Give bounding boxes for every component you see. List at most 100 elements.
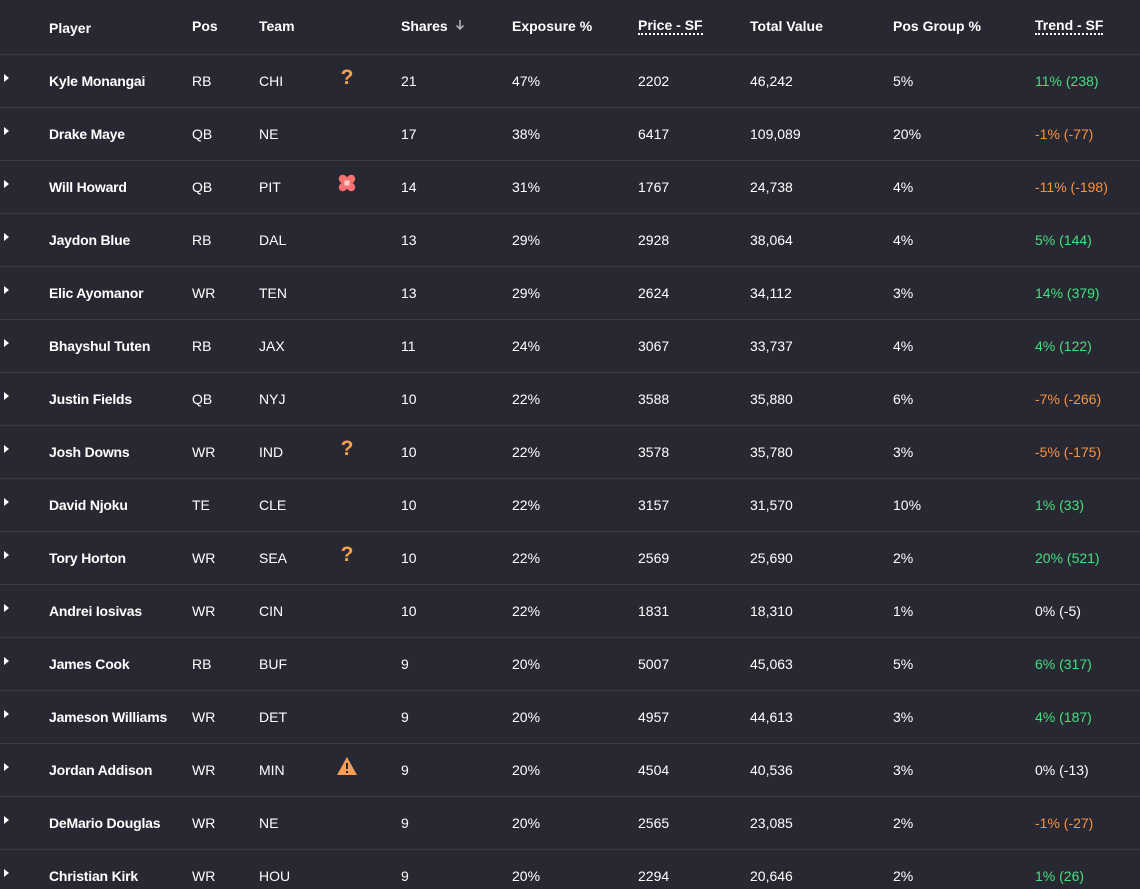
- pos-group: 2%: [893, 815, 914, 831]
- table-row[interactable]: Drake Maye QB NE 17 38% 6417 109,089 20% -1% (-7…: [0, 108, 1140, 161]
- pos-group: 5%: [893, 656, 914, 672]
- column-header-total-value[interactable]: Total Value: [750, 0, 823, 54]
- team: NYJ: [259, 391, 286, 407]
- player-name[interactable]: Kyle Monangai: [49, 55, 179, 107]
- expand-row-icon[interactable]: [0, 585, 12, 637]
- player-name[interactable]: Jordan Addison: [49, 744, 179, 796]
- question-icon[interactable]: ?: [341, 437, 354, 461]
- expand-row-icon[interactable]: [0, 373, 12, 425]
- player-name[interactable]: Drake Maye: [49, 108, 179, 160]
- team: DET: [259, 709, 287, 725]
- player-name[interactable]: DeMario Douglas: [49, 797, 179, 849]
- table-row[interactable]: Will Howard QB PIT 14 31% 1767 24,738 4% -11% (-…: [0, 161, 1140, 214]
- table-row[interactable]: Josh Downs WR IND 10 22% 3578 35,780 3%? -5% (-1…: [0, 426, 1140, 479]
- column-header-shares[interactable]: Shares: [401, 0, 465, 54]
- table-row[interactable]: Elic Ayomanor WR TEN 13 29% 2624 34,112 3% 14% (…: [0, 267, 1140, 320]
- column-header-pos[interactable]: Pos: [192, 0, 218, 54]
- table-row[interactable]: Bhayshul Tuten RB JAX 11 24% 3067 33,737 4% 4% (…: [0, 320, 1140, 373]
- expand-row-icon[interactable]: [0, 479, 12, 531]
- expand-row-icon[interactable]: [0, 108, 12, 160]
- trend: 5% (144): [1035, 232, 1092, 248]
- table-row[interactable]: James Cook RB BUF 9 20% 5007 45,063 5% 6% (317): [0, 638, 1140, 691]
- player-name[interactable]: Andrei Iosivas: [49, 585, 179, 637]
- column-header-exposure[interactable]: Exposure %: [512, 0, 592, 54]
- status-cell: [336, 373, 358, 425]
- table-row[interactable]: Andrei Iosivas WR CIN 10 22% 1831 18,310 1% 0% (…: [0, 585, 1140, 638]
- exposure: 20%: [512, 868, 541, 884]
- expand-row-icon[interactable]: [0, 532, 12, 584]
- table-row[interactable]: Kyle Monangai RB CHI 21 47% 2202 46,242 5%? 11% …: [0, 55, 1140, 108]
- exposure: 29%: [512, 285, 541, 301]
- position: TE: [192, 497, 210, 513]
- shares: 9: [401, 656, 409, 672]
- expand-row-icon[interactable]: [0, 638, 12, 690]
- question-icon[interactable]: ?: [341, 543, 354, 567]
- expand-row-icon[interactable]: [0, 691, 12, 743]
- position: WR: [192, 603, 216, 619]
- total-value: 33,737: [750, 338, 793, 354]
- column-header-player[interactable]: Player: [49, 0, 179, 54]
- pos-group: 3%: [893, 762, 914, 778]
- total-value: 34,112: [750, 285, 792, 301]
- expand-row-icon[interactable]: [0, 426, 12, 478]
- table-row[interactable]: Jameson Williams WR DET 9 20% 4957 44,613 3% 4% …: [0, 691, 1140, 744]
- pos-group: 4%: [893, 232, 914, 248]
- question-icon[interactable]: ?: [341, 66, 354, 90]
- shares: 14: [401, 179, 417, 195]
- price: 4957: [638, 709, 670, 725]
- table-row[interactable]: Jaydon Blue RB DAL 13 29% 2928 38,064 4% 5% (144…: [0, 214, 1140, 267]
- player-name[interactable]: David Njoku: [49, 479, 179, 531]
- column-header-team[interactable]: Team: [259, 0, 295, 54]
- column-header-pos-group[interactable]: Pos Group %: [893, 0, 981, 54]
- exposure: 20%: [512, 815, 541, 831]
- table-row[interactable]: Tory Horton WR SEA 10 22% 2569 25,690 2%? 20% (5…: [0, 532, 1140, 585]
- expand-row-icon[interactable]: [0, 55, 12, 107]
- trend: 4% (187): [1035, 709, 1092, 725]
- player-name[interactable]: Jaydon Blue: [49, 214, 179, 266]
- player-name[interactable]: Jameson Williams: [49, 691, 179, 743]
- exposure: 20%: [512, 762, 541, 778]
- player-name[interactable]: Will Howard: [49, 161, 179, 213]
- expand-row-icon[interactable]: [0, 850, 12, 889]
- trend: -7% (-266): [1035, 391, 1102, 407]
- column-header-price[interactable]: Price - SF: [638, 0, 703, 54]
- table-row[interactable]: Justin Fields QB NYJ 10 22% 3588 35,880 6% -7% (…: [0, 373, 1140, 426]
- bandage-icon[interactable]: [336, 172, 358, 197]
- trend: -5% (-175): [1035, 444, 1102, 460]
- expand-row-icon[interactable]: [0, 320, 12, 372]
- expand-row-icon[interactable]: [0, 214, 12, 266]
- table-row[interactable]: DeMario Douglas WR NE 9 20% 2565 23,085 2% -1% (…: [0, 797, 1140, 850]
- price: 1831: [638, 603, 670, 619]
- player-name[interactable]: Tory Horton: [49, 532, 179, 584]
- expand-row-icon[interactable]: [0, 797, 12, 849]
- warning-icon[interactable]: [336, 756, 358, 779]
- price: 2928: [638, 232, 670, 248]
- total-value: 45,063: [750, 656, 793, 672]
- shares: 17: [401, 126, 417, 142]
- table-row[interactable]: David Njoku TE CLE 10 22% 3157 31,570 10% 1% (33…: [0, 479, 1140, 532]
- exposure: 47%: [512, 73, 541, 89]
- exposure: 31%: [512, 179, 541, 195]
- position: RB: [192, 656, 212, 672]
- player-name[interactable]: James Cook: [49, 638, 179, 690]
- expand-row-icon[interactable]: [0, 161, 12, 213]
- expand-row-icon[interactable]: [0, 744, 12, 796]
- status-cell: [336, 850, 358, 889]
- team: IND: [259, 444, 284, 460]
- table-row[interactable]: Christian Kirk WR HOU 9 20% 2294 20,646 2% 1% (2…: [0, 850, 1140, 889]
- trend: 11% (238): [1035, 73, 1099, 89]
- player-name[interactable]: Bhayshul Tuten: [49, 320, 179, 372]
- team: TEN: [259, 285, 287, 301]
- player-name[interactable]: Christian Kirk: [49, 850, 179, 889]
- player-name[interactable]: Elic Ayomanor: [49, 267, 179, 319]
- shares: 10: [401, 391, 417, 407]
- column-header-trend[interactable]: Trend - SF: [1035, 0, 1104, 54]
- column-header-shares-label: Shares: [401, 18, 448, 34]
- expand-row-icon[interactable]: [0, 267, 12, 319]
- position: WR: [192, 762, 216, 778]
- team: CIN: [259, 603, 284, 619]
- table-row[interactable]: Jordan Addison WR MIN 9 20% 4504 40,536 3% 0% (-…: [0, 744, 1140, 797]
- status-cell: [336, 108, 358, 160]
- player-name[interactable]: Justin Fields: [49, 373, 179, 425]
- player-name[interactable]: Josh Downs: [49, 426, 179, 478]
